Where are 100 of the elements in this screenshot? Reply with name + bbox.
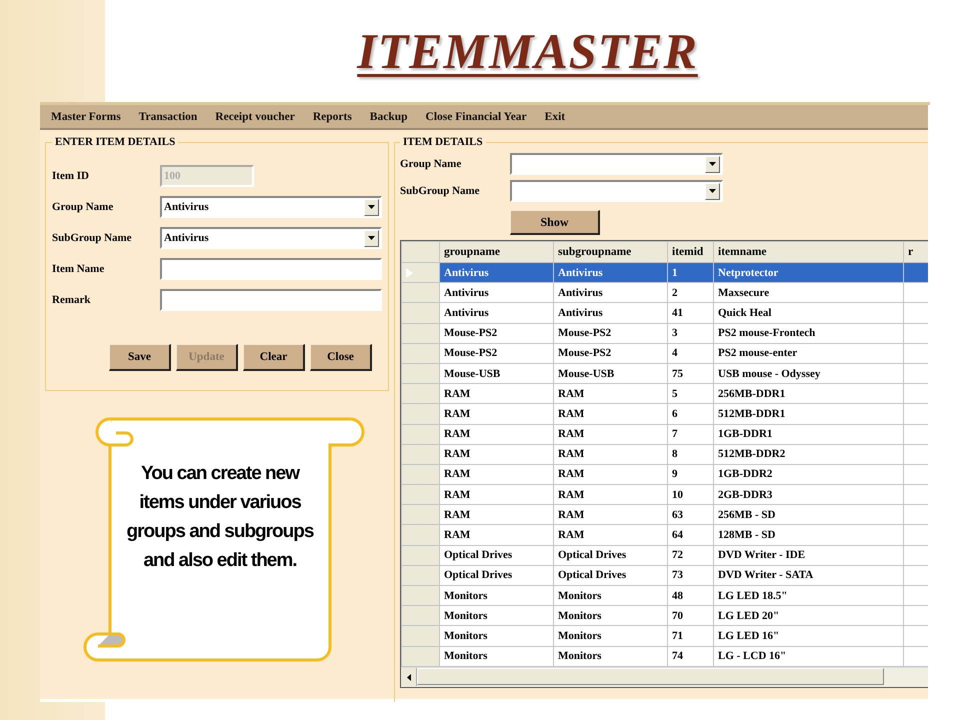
table-cell: USB mouse - Odyssey bbox=[714, 363, 904, 384]
section-title: ITEM DETAILS bbox=[402, 136, 484, 148]
field-label: SubGroup Name bbox=[52, 232, 133, 244]
table-cell: RAM bbox=[554, 404, 668, 424]
table-cell: PS2 mouse-Frontech bbox=[714, 323, 904, 344]
table-cell: Antivirus bbox=[440, 262, 554, 283]
table-cell: RAM bbox=[554, 524, 668, 546]
table-cell: Monitors bbox=[554, 606, 668, 626]
column-header[interactable]: subgroupname bbox=[554, 242, 668, 262]
table-row[interactable]: RAM RAM 6 512MB-DDR1 bbox=[402, 404, 928, 424]
form-button[interactable]: Save bbox=[109, 344, 171, 371]
table-cell: Optical Drives bbox=[440, 545, 554, 566]
dropdown-field[interactable]: Antivirus bbox=[160, 227, 382, 249]
table-row[interactable]: RAM RAM 7 1GB-DDR1 bbox=[402, 424, 928, 444]
table-cell: RAM bbox=[440, 484, 554, 505]
table-cell: RAM bbox=[440, 444, 554, 464]
table-cell: 7 bbox=[668, 424, 714, 444]
table-cell: Mouse-PS2 bbox=[554, 343, 668, 364]
table-cell: RAM bbox=[440, 524, 554, 546]
table-row[interactable]: RAM RAM 9 1GB-DDR2 bbox=[402, 464, 928, 485]
menu-item[interactable]: Master Forms bbox=[51, 110, 130, 122]
table-cell: 512MB-DDR2 bbox=[714, 444, 904, 464]
table-cell: RAM bbox=[440, 404, 554, 424]
table-cell: 2GB-DDR3 bbox=[714, 484, 904, 505]
table-cell: Mouse-PS2 bbox=[440, 343, 554, 364]
dropdown-field[interactable]: Antivirus bbox=[160, 196, 382, 218]
table-row[interactable]: RAM RAM 8 512MB-DDR2 bbox=[402, 444, 928, 464]
table-cell: Netprotector bbox=[714, 262, 904, 283]
table-cell: RAM bbox=[554, 504, 668, 525]
field-label: Group Name bbox=[52, 201, 114, 213]
filter-label: Group Name bbox=[400, 158, 462, 170]
table-cell: 2 bbox=[668, 282, 714, 303]
table-row[interactable]: Monitors Monitors 74 LG - LCD 16" bbox=[402, 646, 928, 666]
table-row[interactable]: Monitors Monitors 70 LG LED 20" bbox=[402, 606, 928, 626]
table-row[interactable]: RAM RAM 63 256MB - SD bbox=[402, 504, 928, 525]
menu-item[interactable]: Exit bbox=[544, 110, 574, 122]
table-cell: 75 bbox=[668, 363, 714, 384]
menu-item[interactable]: Receipt voucher bbox=[215, 110, 304, 122]
table-cell: 5 bbox=[668, 384, 714, 404]
table-cell: Mouse-USB bbox=[440, 363, 554, 384]
table-cell: Antivirus bbox=[440, 302, 554, 324]
table-cell: Quick Heal bbox=[714, 302, 904, 324]
table-row[interactable]: Antivirus Antivirus 2 Maxsecure bbox=[402, 282, 928, 303]
table-cell: Monitors bbox=[554, 626, 668, 646]
menu-item[interactable]: Transaction bbox=[138, 110, 206, 122]
table-row[interactable]: Mouse-PS2 Mouse-PS2 3 PS2 mouse-Frontech bbox=[402, 323, 928, 344]
table-cell: RAM bbox=[554, 384, 668, 404]
table-row[interactable]: RAM RAM 64 128MB - SD bbox=[402, 524, 928, 546]
table-cell: Mouse-PS2 bbox=[440, 323, 554, 344]
table-cell: 10 bbox=[668, 484, 714, 505]
menu-item[interactable]: Close Financial Year bbox=[426, 110, 536, 122]
table-row[interactable]: Mouse-USB Mouse-USB 75 USB mouse - Odyssey bbox=[402, 363, 928, 384]
column-header[interactable]: r bbox=[904, 242, 928, 262]
table-row[interactable]: RAM RAM 10 2GB-DDR3 bbox=[402, 484, 928, 505]
table-cell: Maxsecure bbox=[714, 282, 904, 303]
table-row[interactable]: Optical Drives Optical Drives 72 DVD Writer - IDE bbox=[402, 545, 928, 566]
table-cell: Monitors bbox=[440, 626, 554, 646]
table-cell: PS2 mouse-enter bbox=[714, 343, 904, 364]
column-header[interactable]: groupname bbox=[440, 242, 554, 262]
form-button[interactable]: Close bbox=[310, 344, 372, 371]
table-cell: Antivirus bbox=[554, 262, 668, 283]
table-row[interactable]: Optical Drives Optical Drives 73 DVD Writer - SATA bbox=[402, 565, 928, 586]
field-label: Item ID bbox=[52, 170, 90, 182]
table-cell: RAM bbox=[440, 384, 554, 404]
table-cell: 71 bbox=[668, 626, 714, 646]
table-cell: 73 bbox=[668, 565, 714, 586]
column-header[interactable]: itemname bbox=[714, 242, 904, 262]
table-cell: 70 bbox=[668, 606, 714, 626]
show-button[interactable]: Show bbox=[510, 210, 600, 235]
table-cell: 256MB-DDR1 bbox=[714, 384, 904, 404]
form-button[interactable]: Clear bbox=[243, 344, 305, 371]
table-cell: RAM bbox=[554, 424, 668, 444]
table-cell: 4 bbox=[668, 343, 714, 364]
table-cell: Monitors bbox=[440, 646, 554, 666]
table-row[interactable]: Mouse-PS2 Mouse-PS2 4 PS2 mouse-enter bbox=[402, 343, 928, 364]
table-cell: 3 bbox=[668, 323, 714, 344]
table-row[interactable]: RAM RAM 5 256MB-DDR1 bbox=[402, 384, 928, 404]
table-cell: LG LED 16" bbox=[714, 626, 904, 646]
section-title: ENTER ITEM DETAILS bbox=[54, 136, 176, 148]
table-cell: DVD Writer - SATA bbox=[714, 565, 904, 586]
menu-item[interactable]: Reports bbox=[312, 110, 361, 122]
table-cell: 48 bbox=[668, 586, 714, 606]
column-header[interactable]: itemid bbox=[668, 242, 714, 262]
table-cell: Monitors bbox=[440, 586, 554, 606]
field-label: Item Name bbox=[52, 263, 106, 275]
table-cell: Optical Drives bbox=[440, 565, 554, 586]
table-cell: Antivirus bbox=[554, 302, 668, 324]
table-cell: Monitors bbox=[554, 586, 668, 606]
table-cell: Monitors bbox=[440, 606, 554, 626]
table-row[interactable]: Antivirus Antivirus 1 Netprotector bbox=[402, 262, 928, 283]
table-cell: Mouse-PS2 bbox=[554, 323, 668, 344]
menu-item[interactable]: Backup bbox=[370, 110, 417, 122]
table-row[interactable]: Monitors Monitors 71 LG LED 16" bbox=[402, 626, 928, 646]
table-row[interactable]: Monitors Monitors 48 LG LED 18.5" bbox=[402, 586, 928, 606]
table-row[interactable]: Antivirus Antivirus 41 Quick Heal bbox=[402, 302, 928, 324]
table-cell: 1 bbox=[668, 262, 714, 283]
table-cell: Optical Drives bbox=[554, 565, 668, 586]
table-cell: RAM bbox=[554, 464, 668, 485]
table-cell: 512MB-DDR1 bbox=[714, 404, 904, 424]
table-cell: LG LED 20" bbox=[714, 606, 904, 626]
